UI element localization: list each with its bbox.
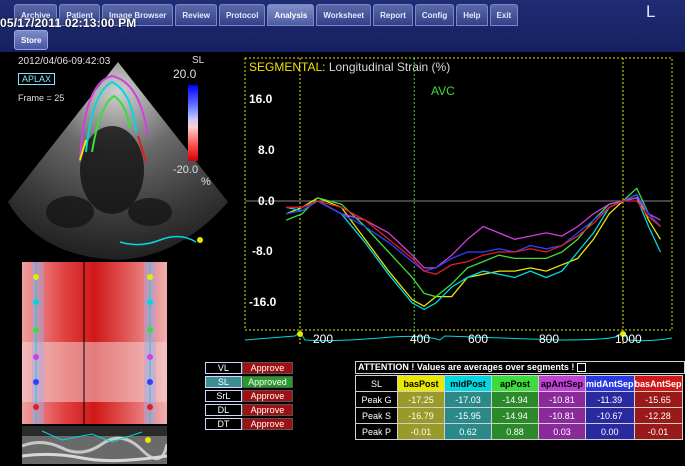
x-tick-label: 200: [313, 332, 334, 346]
table-cell: -11.39: [585, 391, 635, 408]
column-header: apPost: [491, 375, 539, 392]
column-header: basPost: [397, 375, 445, 392]
param-name[interactable]: DL: [205, 404, 242, 416]
y-tick-label: 16.0: [249, 92, 273, 106]
param-name[interactable]: SrL: [205, 390, 242, 402]
table-cell: 0.00: [585, 423, 635, 440]
approve-button[interactable]: Approve: [241, 390, 293, 402]
y-tick-label: -16.0: [249, 295, 277, 309]
attention-text: ATTENTION ! Values are averages over seg…: [358, 362, 575, 372]
app-window: { "menu": { "tabs": [ {"label": "Archive…: [0, 0, 685, 466]
table-row: Peak P -0.01 0.62 0.88 0.03 0.00 -0.01: [355, 423, 683, 440]
parameter-panel: VL Approve SL Approved SrL Approve DL Approv…: [205, 362, 293, 432]
approve-button[interactable]: Approved: [241, 376, 293, 388]
y-tick-label: -8.0: [252, 244, 273, 258]
column-header: basAntSep: [633, 375, 683, 392]
approve-button[interactable]: Approve: [241, 362, 293, 374]
ecg-marker: [297, 331, 303, 337]
param-name[interactable]: VL: [205, 362, 242, 374]
row-label: Peak S: [355, 407, 398, 424]
param-name[interactable]: SL: [205, 376, 242, 388]
table-cell: -15.95: [444, 407, 492, 424]
table-cell: -16.79: [397, 407, 445, 424]
table-cell: -0.01: [397, 423, 445, 440]
table-row: Peak S -16.79 -15.95 -14.94 -10.81 -10.6…: [355, 407, 683, 424]
approve-button[interactable]: Approve: [241, 418, 293, 430]
row-label: Peak G: [355, 391, 398, 408]
table-cell: -14.94: [491, 391, 539, 408]
table-header-row: SL basPost midPost apPost apAntSep midAn…: [355, 375, 683, 392]
ecg-trace: [244, 331, 673, 342]
param-row: SL Approved: [205, 376, 293, 389]
param-row: VL Approve: [205, 362, 293, 375]
strain-curve: [285, 187, 661, 298]
attention-notice: ATTENTION ! Values are averages over seg…: [358, 362, 587, 373]
table-cell: -0.01: [633, 423, 683, 440]
column-header: apAntSep: [538, 375, 586, 392]
table-row: Peak G -17.25 -17.03 -14.94 -10.81 -11.3…: [355, 391, 683, 408]
table-cell: -10.81: [538, 391, 586, 408]
y-tick-label: 0.0: [258, 194, 275, 208]
table-cell: -14.94: [491, 407, 539, 424]
table-cell: -10.81: [538, 407, 586, 424]
x-tick-label: 800: [539, 332, 560, 346]
x-tick-label: 1000: [615, 332, 642, 346]
approve-button[interactable]: Approve: [241, 404, 293, 416]
param-row: SrL Approve: [205, 390, 293, 403]
x-tick-label: 600: [468, 332, 489, 346]
table-cell: 0.03: [538, 423, 586, 440]
param-name[interactable]: DT: [205, 418, 242, 430]
table-cell: -17.25: [397, 391, 445, 408]
table-cell: 0.62: [444, 423, 492, 440]
table-cell: 0.88: [491, 423, 539, 440]
table-cell: -10.67: [585, 407, 635, 424]
table-cell: -12.28: [633, 407, 683, 424]
table-cell: -17.03: [444, 391, 492, 408]
segment-table: SL basPost midPost apPost apAntSep midAn…: [355, 375, 683, 440]
param-row: DT Approve: [205, 418, 293, 431]
y-tick-label: 8.0: [258, 143, 275, 157]
param-row: DL Approve: [205, 404, 293, 417]
row-label: Peak P: [355, 423, 398, 440]
column-header: midPost: [444, 375, 492, 392]
row-label: SL: [355, 375, 398, 392]
x-tick-label: 400: [410, 332, 431, 346]
table-cell: -15.65: [633, 391, 683, 408]
attention-checkbox[interactable]: [577, 363, 587, 373]
column-header: midAntSep: [585, 375, 635, 392]
strain-curve: [286, 200, 661, 275]
